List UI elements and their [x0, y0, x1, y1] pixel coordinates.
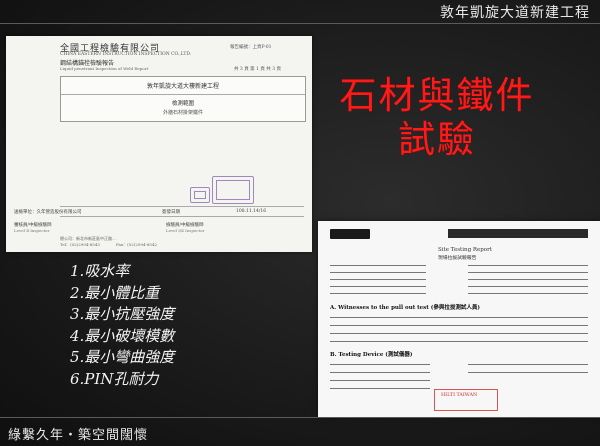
report-date-label: 簽發日期: [162, 210, 180, 215]
report-date-value: 108.11.14/16: [236, 209, 267, 214]
test-item-water-absorption: 1.吸水率: [70, 262, 130, 280]
report-scope-value: 外牆石材掛架鐵件: [162, 110, 203, 116]
report-header-bar: [448, 229, 588, 238]
header-divider: [0, 23, 600, 24]
report-page-number: 共 3 頁 第 1 頁 共 3 頁: [234, 67, 282, 72]
test-item-pin-hole-strength: 6.PIN孔耐力: [70, 369, 159, 388]
footer-divider: [0, 417, 600, 418]
inspection-report-image: 全國工程檢驗有限公司 CHINA EASTERN INSTRUCTION INS…: [6, 36, 312, 252]
section-a-witnesses: A. Witnesses to the pull out test (參與拉拔測…: [330, 305, 480, 311]
report-name-en: Liquid penetrant Inspection of Weld Repo…: [60, 66, 149, 71]
main-title-line1: 石材與鐵件: [339, 74, 535, 117]
test-item-bulk-specific-gravity: 2.最小體比重: [70, 283, 160, 302]
report-fax: Fax：(02)2994-8542: [116, 242, 158, 247]
report-sign-left-en: Level Ⅱ Inspector: [14, 228, 50, 233]
test-item-flexural-strength: 5.最小彎曲強度: [70, 348, 175, 366]
test-item-modulus-of-rupture: 4.最小破壞模數: [70, 326, 175, 345]
section-b-testing-device: B. Testing Device (測試儀器): [330, 352, 413, 358]
footer-tagline: 綠繫久年・築空間闊懷: [8, 428, 149, 443]
company-seal-stamp: [212, 176, 254, 204]
hilti-logo: [330, 229, 370, 239]
main-title-line2: 試驗: [398, 118, 476, 161]
site-report-title-zh: 現場拉拔試驗報告: [438, 256, 477, 261]
report-sign-right-en: Level Ⅰ/Ⅱ Inspector: [166, 228, 205, 233]
slide: 敦年凱旋大道新建工程 全國工程檢驗有限公司 CHINA EASTERN INST…: [0, 0, 600, 446]
report-tel: Tel：(02)2994-8543: [60, 242, 100, 247]
report-project-name: 敦年凱旋大道大樓新建工程: [146, 83, 219, 90]
report-company-name-en: CHINA EASTERN INSTRUCTION INSPECTION CO.…: [60, 52, 192, 57]
report-unit-label: 送檢單位：久年營造股份有限公司: [14, 210, 82, 215]
report-divider: [60, 206, 304, 207]
test-items-list: 1.吸水率 2.最小體比重 3.最小抗壓強度 4.最小破壞模數 5.最小彎曲強度…: [70, 261, 174, 390]
test-item-compressive-strength: 3.最小抗壓強度: [70, 305, 175, 323]
hilti-seal-text: HILTI TAIWAN: [441, 393, 478, 398]
site-testing-report-image: Site Testing Report 現場拉拔試驗報告 A. Witnesse…: [318, 221, 600, 417]
report-project-box: 敦年凱旋大道大樓新建工程 檢測範圍 外牆石材掛架鐵件: [60, 76, 306, 122]
hilti-seal-stamp: HILTI TAIWAN: [434, 389, 498, 411]
report-divider-2: [60, 216, 304, 217]
project-header-title: 敦年凱旋大道新建工程: [440, 5, 590, 21]
small-seal-stamp: [190, 187, 210, 203]
report-doc-number: 報告編號：上頁P-01: [230, 45, 272, 50]
site-report-title: Site Testing Report: [438, 247, 492, 253]
report-scope-label: 檢測範圍: [171, 101, 194, 107]
main-title: 石材與鐵件 試驗: [318, 74, 556, 162]
